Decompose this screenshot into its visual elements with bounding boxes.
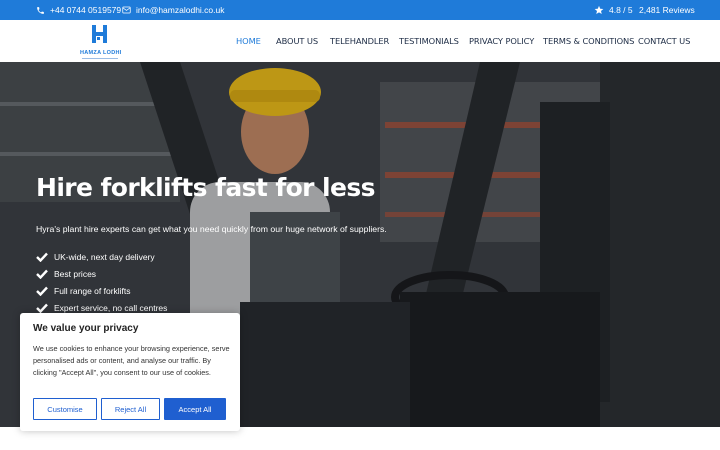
check-icon bbox=[36, 303, 48, 313]
site-header: HAMZA LODHI HOME ABOUT US TELEHANDLER TE… bbox=[0, 20, 720, 62]
check-icon bbox=[36, 269, 48, 279]
cookie-title: We value your privacy bbox=[33, 323, 139, 334]
cookie-description: We use cookies to enhance your browsing … bbox=[33, 344, 230, 377]
benefit-text: UK-wide, next day delivery bbox=[54, 251, 155, 262]
list-item: Full range of forklifts bbox=[36, 282, 167, 299]
accept-all-button[interactable]: Accept All bbox=[164, 398, 226, 420]
cookie-actions: Customise Reject All Accept All bbox=[33, 398, 226, 420]
list-item: UK-wide, next day delivery bbox=[36, 248, 167, 265]
list-item: Best prices bbox=[36, 265, 167, 282]
nav-home[interactable]: HOME bbox=[236, 20, 261, 62]
mail-icon bbox=[122, 6, 131, 14]
reviews-count: 2,481 Reviews bbox=[639, 5, 695, 15]
hero-subtitle: Hyra's plant hire experts can get what y… bbox=[36, 224, 387, 234]
cookie-consent-banner: We value your privacy We use cookies to … bbox=[20, 313, 240, 431]
star-icon bbox=[594, 5, 604, 15]
rating: 4.8 / 5 bbox=[594, 0, 633, 20]
nav-telehandler[interactable]: TELEHANDLER bbox=[330, 20, 389, 62]
nav-about-us[interactable]: ABOUT US bbox=[276, 20, 318, 62]
logo-text: HAMZA LODHI bbox=[80, 50, 122, 56]
benefit-text: Full range of forklifts bbox=[54, 285, 131, 296]
reject-all-button[interactable]: Reject All bbox=[101, 398, 160, 420]
customise-button[interactable]: Customise bbox=[33, 398, 97, 420]
top-bar: +44 0744 0519579 info@hamzalodhi.co.uk 4… bbox=[0, 0, 720, 20]
logo-mark-icon bbox=[80, 24, 120, 49]
phone-number: +44 0744 0519579 bbox=[50, 5, 122, 15]
site-logo[interactable]: HAMZA LODHI bbox=[80, 24, 122, 59]
check-icon bbox=[36, 252, 48, 262]
email-contact[interactable]: info@hamzalodhi.co.uk bbox=[122, 0, 224, 20]
logo-underline bbox=[82, 58, 118, 59]
benefit-text: Best prices bbox=[54, 268, 97, 279]
email-address: info@hamzalodhi.co.uk bbox=[136, 5, 225, 15]
check-icon bbox=[36, 286, 48, 296]
nav-contact-us[interactable]: CONTACT US bbox=[638, 20, 690, 62]
reviews-link[interactable]: 2,481 Reviews bbox=[639, 0, 695, 20]
rating-value: 4.8 / 5 bbox=[609, 5, 633, 15]
benefit-text: Expert service, no call centres bbox=[54, 302, 168, 313]
nav-testimonials[interactable]: TESTIMONIALS bbox=[399, 20, 459, 62]
hero-title: Hire forklifts fast for less bbox=[36, 173, 375, 202]
nav-privacy-policy[interactable]: PRIVACY POLICY bbox=[469, 20, 534, 62]
benefits-list: UK-wide, next day delivery Best prices F… bbox=[36, 248, 167, 316]
phone-icon bbox=[36, 6, 45, 15]
phone-contact[interactable]: +44 0744 0519579 bbox=[36, 0, 121, 20]
nav-terms-conditions[interactable]: TERMS & CONDITIONS bbox=[543, 20, 634, 62]
